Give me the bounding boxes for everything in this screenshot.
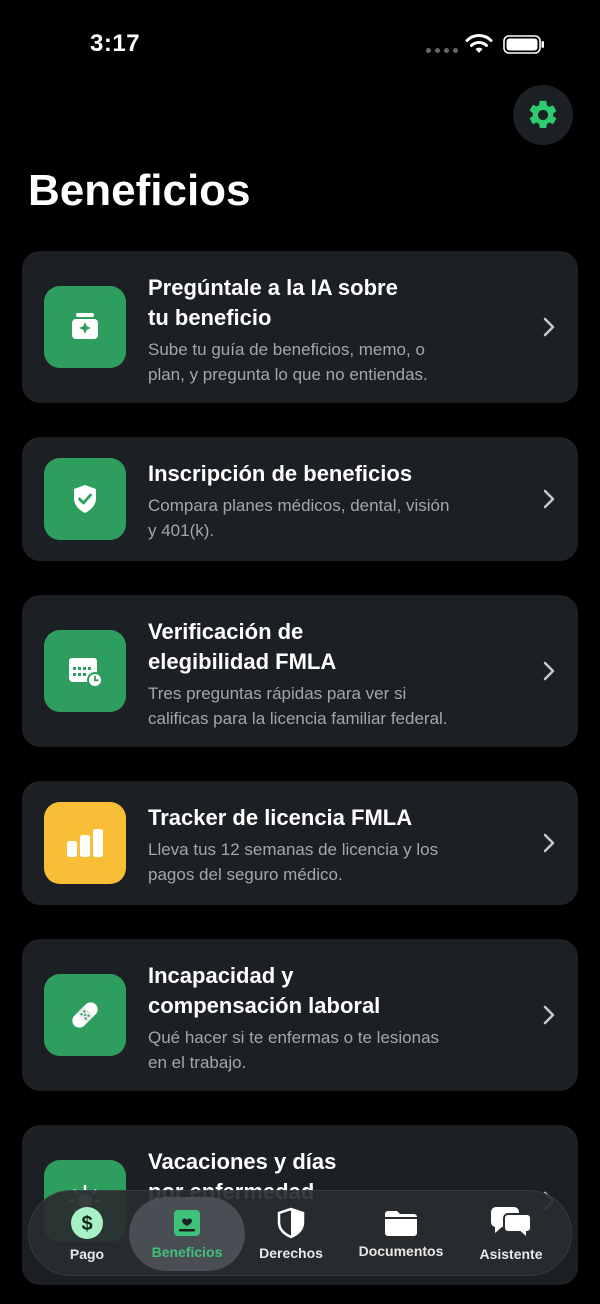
status-time: 3:17 [90,30,141,57]
gear-icon [529,100,557,129]
chat-bubbles-icon [490,1207,532,1240]
tab-label: Pago [69,1246,105,1262]
card-description: Sube tu guía de beneficios, memo, o plan,… [148,340,428,384]
card-description: Tres preguntas rápidas para ver si califi… [148,684,448,728]
card-title: elegibilidad FMLA [148,649,337,674]
card-icon-tile [44,630,126,712]
chevron-right-icon [543,1005,555,1025]
dollar-icon: $ [71,1207,103,1239]
tab-beneficios[interactable]: Beneficios [129,1197,245,1271]
card-title: Tracker de licencia FMLA [148,805,413,830]
chevron-right-icon [543,833,555,853]
tab-documentos[interactable]: Documentos [351,1191,451,1277]
card-description: Lleva tus 12 semanas de licencia y los pa… [148,840,439,884]
tab-asistente[interactable]: Asistente [461,1191,561,1277]
tab-label: Derechos [259,1245,323,1261]
card-title: Verificación de [148,619,304,644]
card-text: Pregúntale a la IA sobre tu beneficio Su… [148,273,498,387]
chevron-right-icon [543,317,555,337]
page-title: Beneficios [28,166,251,215]
shield-check-icon [74,485,96,513]
card-description: Qué hacer si te enfermas o te lesionas en… [148,1028,440,1072]
ai-sparkle-icon [72,313,98,339]
card-fmla-eligibility[interactable]: Verificación de elegibilidad FMLA Tres p… [22,595,578,747]
card-icon-tile [44,974,126,1056]
id-card-icon [174,1210,200,1236]
bandage-icon [72,1002,98,1028]
card-title: Incapacidad y [148,963,294,988]
card-text: Inscripción de beneficios Compara planes… [148,459,498,543]
card-icon-tile [44,802,126,884]
shield-icon [277,1207,305,1239]
tab-pago[interactable]: $ Pago [37,1191,137,1277]
card-title: Pregúntale a la IA sobre [148,275,398,300]
card-fmla-tracker[interactable]: Tracker de licencia FMLA Lleva tus 12 se… [22,781,578,905]
tab-label: Beneficios [151,1244,223,1260]
card-disability-compensation[interactable]: Incapacidad y compensación laboral Qué h… [22,939,578,1091]
folder-icon [385,1211,417,1236]
bar-chart-icon [67,829,103,857]
card-title: Inscripción de beneficios [148,461,413,486]
tab-label: Documentos [358,1243,444,1259]
svg-text:$: $ [81,1213,92,1235]
tab-label: Asistente [479,1246,543,1262]
card-icon-tile [44,458,126,540]
card-icon-tile [44,286,126,368]
tab-bar: $ Pago Beneficios Derechos Documentos As… [28,1190,572,1276]
status-bar: 3:17 [0,0,600,90]
battery-icon [503,35,544,54]
card-title: tu beneficio [148,305,272,330]
settings-button[interactable] [513,85,573,145]
card-text: Incapacidad y compensación laboral Qué h… [148,961,498,1075]
cellular-signal-icon [426,48,458,53]
card-text: Tracker de licencia FMLA Lleva tus 12 se… [148,803,498,887]
card-title: Vacaciones y días [148,1149,337,1174]
card-title: compensación laboral [148,993,381,1018]
card-description: Compara planes médicos, dental, visión y … [148,496,450,540]
card-benefits-enrollment[interactable]: Inscripción de beneficios Compara planes… [22,437,578,561]
card-ask-ai[interactable]: Pregúntale a la IA sobre tu beneficio Su… [22,251,578,403]
card-text: Verificación de elegibilidad FMLA Tres p… [148,617,508,731]
chevron-right-icon [543,489,555,509]
tab-derechos[interactable]: Derechos [241,1191,341,1277]
calendar-clock-icon [69,658,103,688]
wifi-icon [465,34,493,53]
chevron-right-icon [543,661,555,681]
